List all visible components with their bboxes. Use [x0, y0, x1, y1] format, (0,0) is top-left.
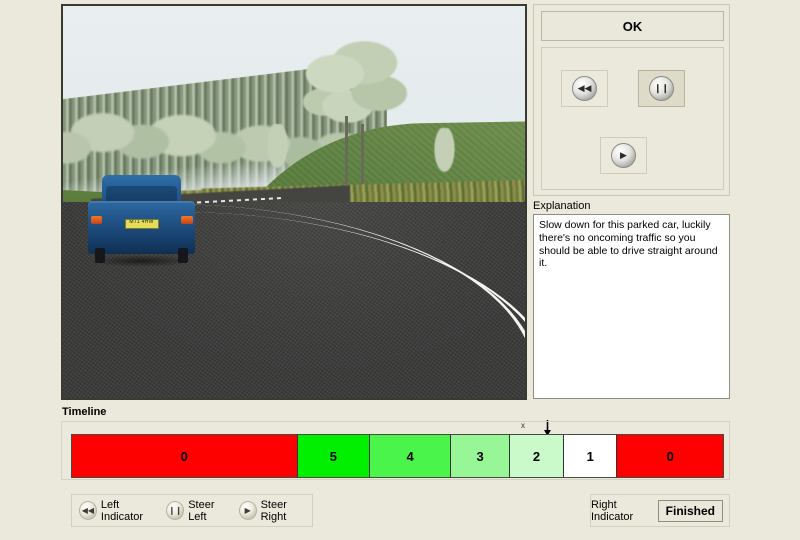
timeline-segment[interactable]: 4 [370, 435, 452, 477]
rewind-button[interactable]: ◀◀ [561, 70, 608, 107]
play-icon: ▶ [611, 143, 636, 168]
driving-scene: M71 4HW [63, 6, 525, 398]
timeline-label: Timeline [62, 406, 107, 418]
playback-controls-group: OK ◀◀ ❙❙ ▶ [533, 4, 730, 196]
rewind-icon: ◀◀ [572, 76, 597, 101]
timeline-panel: 0 5 4 3 2 1 0 [61, 421, 730, 480]
car-license-plate: M71 4HW [124, 218, 159, 230]
timeline-segment-value: 1 [586, 448, 594, 464]
video-viewport[interactable]: M71 4HW [61, 4, 527, 400]
pause-icon: ❙❙ [649, 76, 674, 101]
explanation-text: Slow down for this parked car, luckily t… [533, 214, 730, 399]
legend-item-label: Left Indicator [100, 498, 144, 523]
timeline-segment-value: 0 [666, 448, 674, 464]
large-tree-crown [303, 29, 410, 140]
legend-item-label: Steer Right [260, 498, 287, 523]
timeline-segment[interactable]: 2 [510, 435, 565, 477]
car-taillight-left [90, 215, 103, 225]
legend-item[interactable]: ▶ Steer Right [238, 498, 312, 523]
finished-button[interactable]: Finished [657, 499, 723, 522]
play-icon: ▶ [238, 501, 257, 520]
timeline-segment-value: 4 [406, 448, 414, 464]
ok-button[interactable]: OK [541, 11, 724, 41]
timeline-segment-value: 2 [532, 448, 541, 464]
play-button[interactable]: ▶ [600, 137, 647, 174]
legend-glyph: ◀◀ [81, 506, 95, 515]
legend-item[interactable]: ❙❙ Steer Left [166, 499, 232, 523]
parked-car: M71 4HW [88, 174, 195, 269]
transport-panel: ◀◀ ❙❙ ▶ [541, 47, 724, 190]
legend-bar: ◀◀ Left Indicator ❙❙ Steer Left ▶ Steer Right [71, 494, 313, 527]
explanation-label: Explanation [533, 200, 591, 212]
car-taillight-right [180, 215, 193, 225]
legend-glyph: ❙❙ [168, 506, 182, 515]
car-wheel-right [177, 247, 189, 263]
legend-item[interactable]: ◀◀ Left Indicator [79, 499, 160, 523]
right-indicator-label: Right Indicator [591, 498, 634, 523]
timeline-segment-value: 3 [476, 448, 484, 464]
legend-glyph: ▶ [244, 506, 251, 515]
timeline-track[interactable]: 0 5 4 3 2 1 0 [71, 434, 724, 478]
timeline-segment-value: 0 [180, 448, 188, 464]
status-bar: Right Indicator Finished [590, 494, 730, 527]
pause-icon: ❙❙ [166, 501, 185, 520]
timeline-segment[interactable]: 0 [72, 435, 298, 477]
timeline-segment[interactable]: 0 [617, 435, 723, 477]
small-tree [266, 123, 290, 171]
pause-button[interactable]: ❙❙ [638, 70, 685, 107]
small-tree [432, 127, 456, 175]
timeline-segment[interactable]: 5 [297, 435, 371, 477]
timeline-segment[interactable]: 1 [564, 435, 618, 477]
timeline-segment[interactable]: 3 [451, 435, 510, 477]
car-wheel-left [94, 247, 106, 263]
rewind-icon: ◀◀ [79, 501, 97, 520]
legend-item-label: Steer Left [188, 498, 215, 523]
timeline-segment-value: 5 [329, 448, 337, 464]
